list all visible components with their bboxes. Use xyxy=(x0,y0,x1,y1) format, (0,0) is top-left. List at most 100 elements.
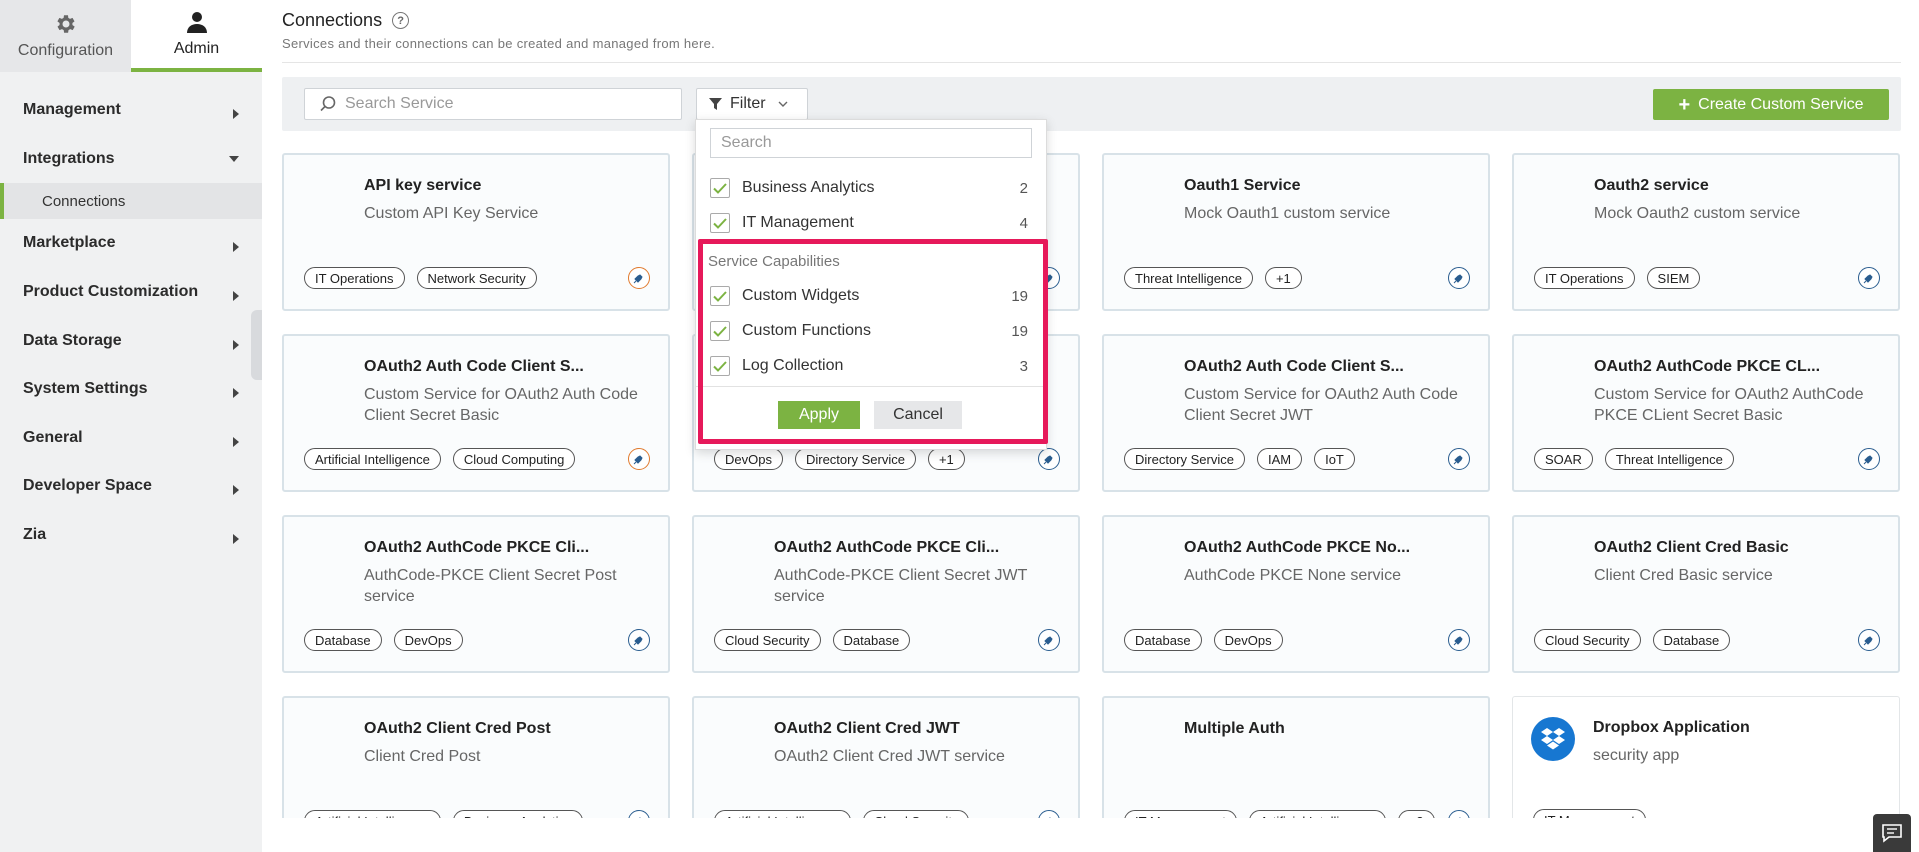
filter-option-count: 2 xyxy=(1019,179,1028,197)
sidebar-collapse-handle[interactable] xyxy=(251,310,262,380)
sidebar-item-developer-space[interactable]: Developer Space xyxy=(0,462,262,511)
service-card[interactable]: OAuth2 AuthCode PKCE No... AuthCode PKCE … xyxy=(1102,515,1490,673)
service-card-title: Multiple Auth xyxy=(1184,720,1285,737)
service-card[interactable]: Oauth1 Service Mock Oauth1 custom service… xyxy=(1102,153,1490,311)
service-card[interactable]: Dropbox Application security app IT Manage… xyxy=(1512,696,1900,818)
tag-badge: IT Management xyxy=(1124,810,1237,818)
tag-badge: Directory Service xyxy=(1124,448,1245,470)
sidebar-item-marketplace[interactable]: Marketplace xyxy=(0,219,262,268)
plug-icon[interactable] xyxy=(628,267,650,289)
tag-badge: SIEM xyxy=(1646,267,1701,289)
plus-icon: + xyxy=(1678,93,1691,116)
filter-search-input[interactable] xyxy=(710,128,1032,158)
plug-icon[interactable] xyxy=(1038,448,1060,470)
tag-badge: Artificial Intelligence xyxy=(304,810,441,818)
tag-badge: DevOps xyxy=(714,448,783,470)
sidebar-item-zia[interactable]: Zia xyxy=(0,511,262,560)
checkbox-checked-icon[interactable] xyxy=(710,178,730,198)
tag-badge: Database xyxy=(1124,629,1202,651)
sidebar-item-label: Connections xyxy=(42,192,126,210)
filter-option-log-collection[interactable]: Log Collection 3 xyxy=(710,354,1032,378)
sidebar-item-label: Zia xyxy=(23,526,47,544)
sidebar-item-data-storage[interactable]: Data Storage xyxy=(0,316,262,365)
caret-right-icon xyxy=(233,534,239,545)
sidebar-item-general[interactable]: General xyxy=(0,414,262,463)
tab-configuration[interactable]: Configuration xyxy=(0,0,131,72)
tab-admin[interactable]: Admin xyxy=(131,0,262,72)
sidebar-item-connections[interactable]: Connections xyxy=(0,183,262,220)
plug-icon[interactable] xyxy=(1448,267,1470,289)
apply-button[interactable]: Apply xyxy=(778,401,860,429)
checkbox-checked-icon[interactable] xyxy=(710,286,730,306)
plug-icon[interactable] xyxy=(1858,448,1880,470)
chat-button[interactable] xyxy=(1873,814,1911,852)
help-icon[interactable]: ? xyxy=(392,12,410,29)
service-card-tags: Cloud Security Database xyxy=(1534,629,1731,651)
service-card[interactable]: OAuth2 Client Cred Basic Client Cred Basi… xyxy=(1512,515,1900,673)
cancel-button[interactable]: Cancel xyxy=(874,401,962,429)
service-card-tags: Artificial Intelligence Cloud Computing xyxy=(304,448,576,470)
plug-icon[interactable] xyxy=(1448,448,1470,470)
plug-icon[interactable] xyxy=(628,448,650,470)
service-card[interactable]: OAuth2 Auth Code Client S... Custom Servi… xyxy=(1102,334,1490,492)
plug-icon[interactable] xyxy=(1858,629,1880,651)
main-content: Connections ? Services and their connect… xyxy=(262,0,1919,852)
service-card[interactable]: OAuth2 Client Cred Post Client Cred Post A… xyxy=(282,696,670,818)
service-card-tags: DevOps Directory Service +1 xyxy=(714,448,965,470)
sidebar-item-product-customization[interactable]: Product Customization xyxy=(0,268,262,317)
service-card[interactable]: Multiple Auth IT Management Artificial Int… xyxy=(1102,696,1490,818)
plug-icon[interactable] xyxy=(628,810,650,818)
service-card[interactable]: OAuth2 Client Cred JWT OAuth2 Client Cred… xyxy=(692,696,1080,818)
service-card-tags: SOAR Threat Intelligence xyxy=(1534,448,1734,470)
tag-badge: IoT xyxy=(1314,448,1355,470)
tag-badge: Threat Intelligence xyxy=(1604,448,1734,470)
service-card-description: Custom Service for OAuth2 Auth Code Clie… xyxy=(1184,386,1458,424)
filter-option-business-analytics[interactable]: Business Analytics 2 xyxy=(710,176,1032,200)
service-card-description: Custom Service for OAuth2 AuthCode PKCE … xyxy=(1594,386,1864,424)
plug-icon[interactable] xyxy=(1038,629,1060,651)
service-card[interactable]: OAuth2 AuthCode PKCE Cli... AuthCode-PKCE… xyxy=(692,515,1080,673)
filter-label: Filter xyxy=(730,95,766,112)
tag-badge: Directory Service xyxy=(794,448,916,470)
filter-option-custom-widgets[interactable]: Custom Widgets 19 xyxy=(710,284,1032,308)
service-card-tags: Artificial Intelligence Cloud Security xyxy=(714,810,970,818)
service-card[interactable]: API key service Custom API Key Service IT … xyxy=(282,153,670,311)
chevron-down-icon xyxy=(778,101,788,107)
filter-option-label: IT Management xyxy=(742,214,854,231)
divider xyxy=(282,62,1901,63)
create-custom-service-button[interactable]: + Create Custom Service xyxy=(1653,89,1889,120)
filter-option-label: Custom Functions xyxy=(742,322,871,339)
service-card-title: OAuth2 Client Cred Basic xyxy=(1594,539,1789,556)
tag-badge: Database xyxy=(304,629,382,651)
service-card[interactable]: OAuth2 AuthCode PKCE CL... Custom Service… xyxy=(1512,334,1900,492)
tag-badge: IAM xyxy=(1256,448,1303,470)
checkbox-checked-icon[interactable] xyxy=(710,321,730,341)
filter-option-it-management[interactable]: IT Management 4 xyxy=(710,211,1032,235)
plug-icon[interactable] xyxy=(1858,267,1880,289)
plug-icon[interactable] xyxy=(1448,629,1470,651)
tab-configuration-label: Configuration xyxy=(17,42,114,59)
checkbox-checked-icon[interactable] xyxy=(710,356,730,376)
plug-icon[interactable] xyxy=(1448,810,1470,818)
sidebar-item-label: General xyxy=(23,428,83,446)
service-card-description: AuthCode PKCE None service xyxy=(1184,567,1401,584)
tag-badge: DevOps xyxy=(1213,629,1283,651)
service-card[interactable]: OAuth2 AuthCode PKCE Cli... AuthCode-PKCE… xyxy=(282,515,670,673)
filter-button[interactable]: Filter xyxy=(696,88,808,120)
sidebar-item-label: Management xyxy=(23,101,121,119)
service-card-title: OAuth2 Auth Code Client S... xyxy=(364,358,584,375)
filter-option-custom-functions[interactable]: Custom Functions 19 xyxy=(710,319,1032,343)
service-card-title: OAuth2 AuthCode PKCE CL... xyxy=(1594,358,1821,375)
tag-badge: IT Operations xyxy=(1534,267,1635,289)
service-card[interactable]: Oauth2 service Mock Oauth2 custom service… xyxy=(1512,153,1900,311)
sidebar-item-system-settings[interactable]: System Settings xyxy=(0,365,262,414)
sidebar-item-management[interactable]: Management xyxy=(0,86,262,135)
service-card[interactable]: OAuth2 Auth Code Client S... Custom Servi… xyxy=(282,334,670,492)
checkbox-checked-icon[interactable] xyxy=(710,213,730,233)
search-input[interactable] xyxy=(345,95,665,113)
caret-right-icon xyxy=(233,109,239,120)
plug-icon[interactable] xyxy=(628,629,650,651)
plug-icon[interactable] xyxy=(1038,810,1060,818)
sidebar-item-integrations[interactable]: Integrations xyxy=(0,135,262,184)
tag-badge: Cloud Computing xyxy=(452,448,576,470)
